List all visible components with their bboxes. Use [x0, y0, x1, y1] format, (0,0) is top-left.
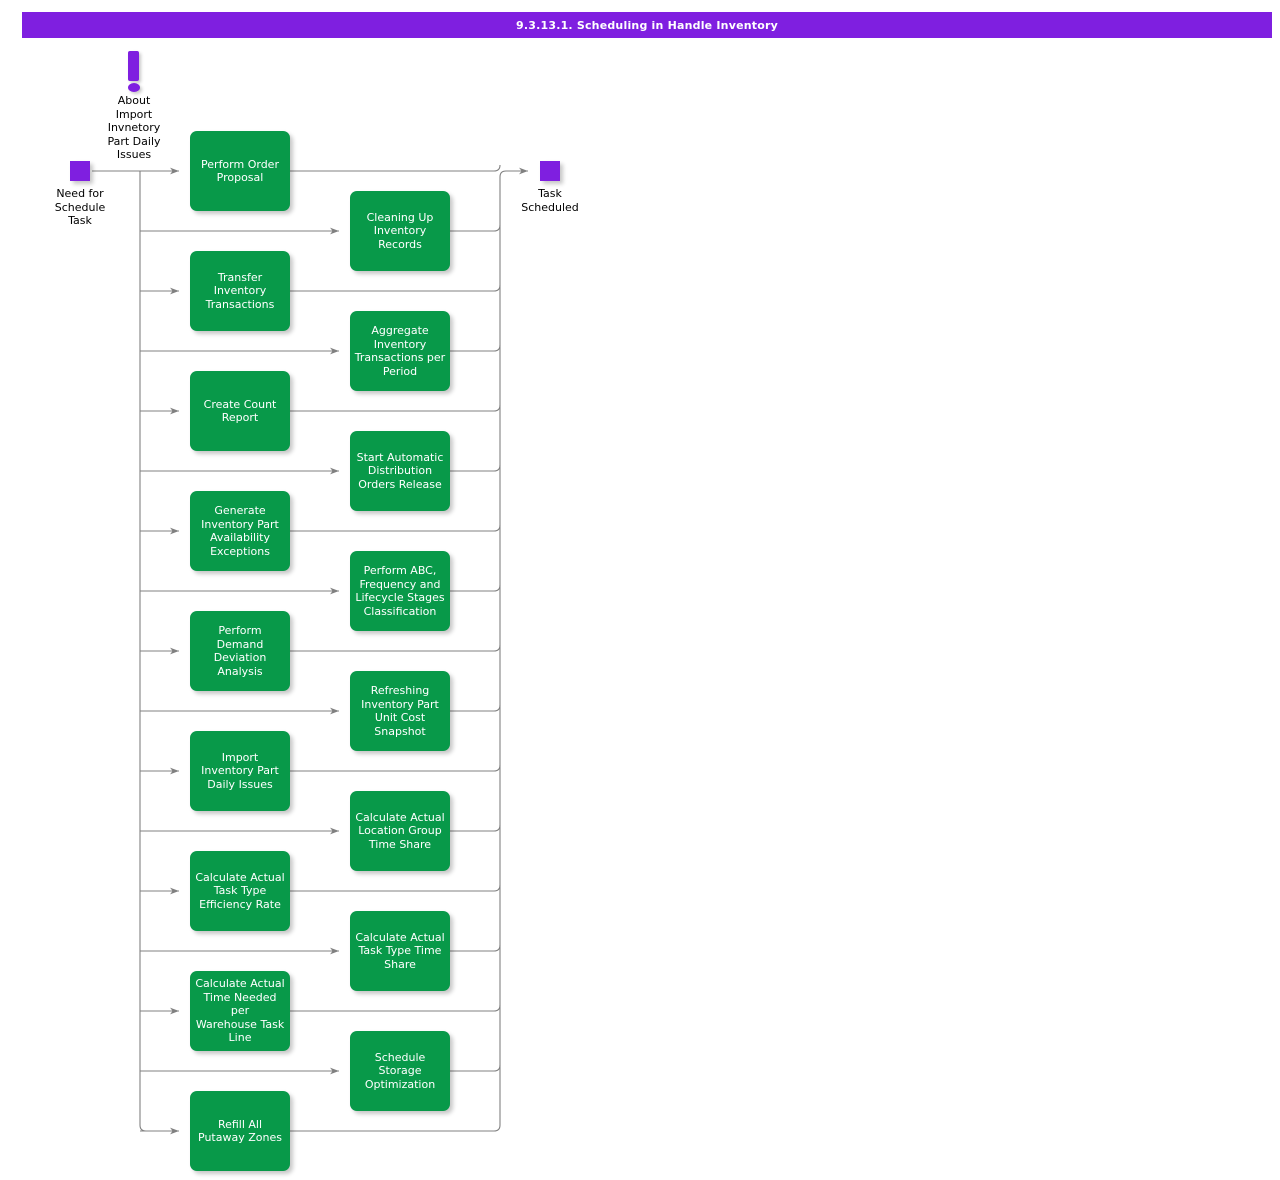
process-node-label: Schedule Storage Optimization	[354, 1051, 446, 1092]
process-node-refill-all-putaway-zones[interactable]: Refill All Putaway Zones	[190, 1091, 290, 1171]
process-node-label: Perform Demand Deviation Analysis	[194, 624, 286, 678]
process-node-label: Refill All Putaway Zones	[194, 1118, 286, 1145]
process-node-label: Perform ABC, Frequency and Lifecycle Sta…	[354, 564, 446, 618]
wire-branch-out-start-automatic-distribution-orders	[450, 465, 500, 471]
wire-branch-out-refreshing-unit-cost-snapshot	[450, 705, 500, 711]
flowchart-canvas: About Import Invnetory Part Daily Issues…	[0, 38, 1280, 1180]
process-node-calculate-time-needed-per-task-line[interactable]: Calculate Actual Time Needed per Warehou…	[190, 971, 290, 1051]
wire-branch-out-create-count-report	[290, 405, 500, 411]
wire-branch-out-import-inventory-part-daily-issues	[290, 765, 500, 771]
wire-branch-out-perform-abc-classification	[450, 585, 500, 591]
process-node-generate-inventory-part-exceptions[interactable]: Generate Inventory Part Availability Exc…	[190, 491, 290, 571]
end-node[interactable]	[540, 161, 560, 181]
process-node-import-inventory-part-daily-issues[interactable]: Import Inventory Part Daily Issues	[190, 731, 290, 811]
process-node-create-count-report[interactable]: Create Count Report	[190, 371, 290, 451]
process-node-calculate-task-type-efficiency-rate[interactable]: Calculate Actual Task Type Efficiency Ra…	[190, 851, 290, 931]
process-node-label: Import Inventory Part Daily Issues	[194, 751, 286, 792]
process-node-cleaning-up-inventory-records[interactable]: Cleaning Up Inventory Records	[350, 191, 450, 271]
process-node-perform-abc-classification[interactable]: Perform ABC, Frequency and Lifecycle Sta…	[350, 551, 450, 631]
end-node-label: Task Scheduled	[490, 187, 610, 214]
process-node-refreshing-unit-cost-snapshot[interactable]: Refreshing Inventory Part Unit Cost Snap…	[350, 671, 450, 751]
wire-branch-out-generate-inventory-part-exceptions	[290, 525, 500, 531]
exclamation-icon-dot	[128, 83, 140, 92]
wire-branch-out-calculate-task-type-efficiency-rate	[290, 885, 500, 891]
page-title: 9.3.13.1. Scheduling in Handle Inventory	[516, 19, 778, 32]
process-node-label: Transfer Inventory Transactions	[194, 271, 286, 312]
wire-left-trunk	[140, 171, 146, 1131]
wire-branch-out-cleaning-up-inventory-records	[450, 225, 500, 231]
process-node-label: Start Automatic Distribution Orders Rele…	[354, 451, 446, 492]
process-node-label: Calculate Actual Location Group Time Sha…	[354, 811, 446, 852]
process-node-label: Cleaning Up Inventory Records	[354, 211, 446, 252]
exclamation-icon	[128, 51, 139, 81]
start-node[interactable]	[70, 161, 90, 181]
process-node-label: Perform Order Proposal	[194, 158, 286, 185]
note-label: About Import Invnetory Part Daily Issues	[74, 94, 194, 162]
wire-right-trunk-to-end	[494, 171, 528, 1131]
page-title-bar: 9.3.13.1. Scheduling in Handle Inventory	[22, 12, 1272, 38]
wire-branch-out-calculate-location-group-time-share	[450, 825, 500, 831]
wire-branch-out-transfer-inventory-transactions	[290, 285, 500, 291]
process-node-perform-order-proposal[interactable]: Perform Order Proposal	[190, 131, 290, 211]
process-node-calculate-task-type-time-share[interactable]: Calculate Actual Task Type Time Share	[350, 911, 450, 991]
process-node-label: Aggregate Inventory Transactions per Per…	[354, 324, 446, 378]
wire-branch-out-perform-demand-deviation-analysis	[290, 645, 500, 651]
process-node-label: Calculate Actual Time Needed per Warehou…	[194, 977, 286, 1045]
process-node-schedule-storage-optimization[interactable]: Schedule Storage Optimization	[350, 1031, 450, 1111]
start-node-label: Need for Schedule Task	[20, 187, 140, 228]
process-node-aggregate-inventory-transactions[interactable]: Aggregate Inventory Transactions per Per…	[350, 311, 450, 391]
process-node-perform-demand-deviation-analysis[interactable]: Perform Demand Deviation Analysis	[190, 611, 290, 691]
wire-branch-out-schedule-storage-optimization	[450, 1065, 500, 1071]
process-node-label: Create Count Report	[194, 398, 286, 425]
wire-branch-out-calculate-time-needed-per-task-line	[290, 1005, 500, 1011]
process-node-calculate-location-group-time-share[interactable]: Calculate Actual Location Group Time Sha…	[350, 791, 450, 871]
process-node-start-automatic-distribution-orders[interactable]: Start Automatic Distribution Orders Rele…	[350, 431, 450, 511]
process-node-label: Calculate Actual Task Type Efficiency Ra…	[194, 871, 286, 912]
process-node-transfer-inventory-transactions[interactable]: Transfer Inventory Transactions	[190, 251, 290, 331]
wire-branch-out-perform-order-proposal	[290, 165, 500, 171]
wire-branch-out-aggregate-inventory-transactions	[450, 345, 500, 351]
process-node-label: Calculate Actual Task Type Time Share	[354, 931, 446, 972]
process-node-label: Refreshing Inventory Part Unit Cost Snap…	[354, 684, 446, 738]
wire-branch-out-calculate-task-type-time-share	[450, 945, 500, 951]
process-node-label: Generate Inventory Part Availability Exc…	[194, 504, 286, 558]
